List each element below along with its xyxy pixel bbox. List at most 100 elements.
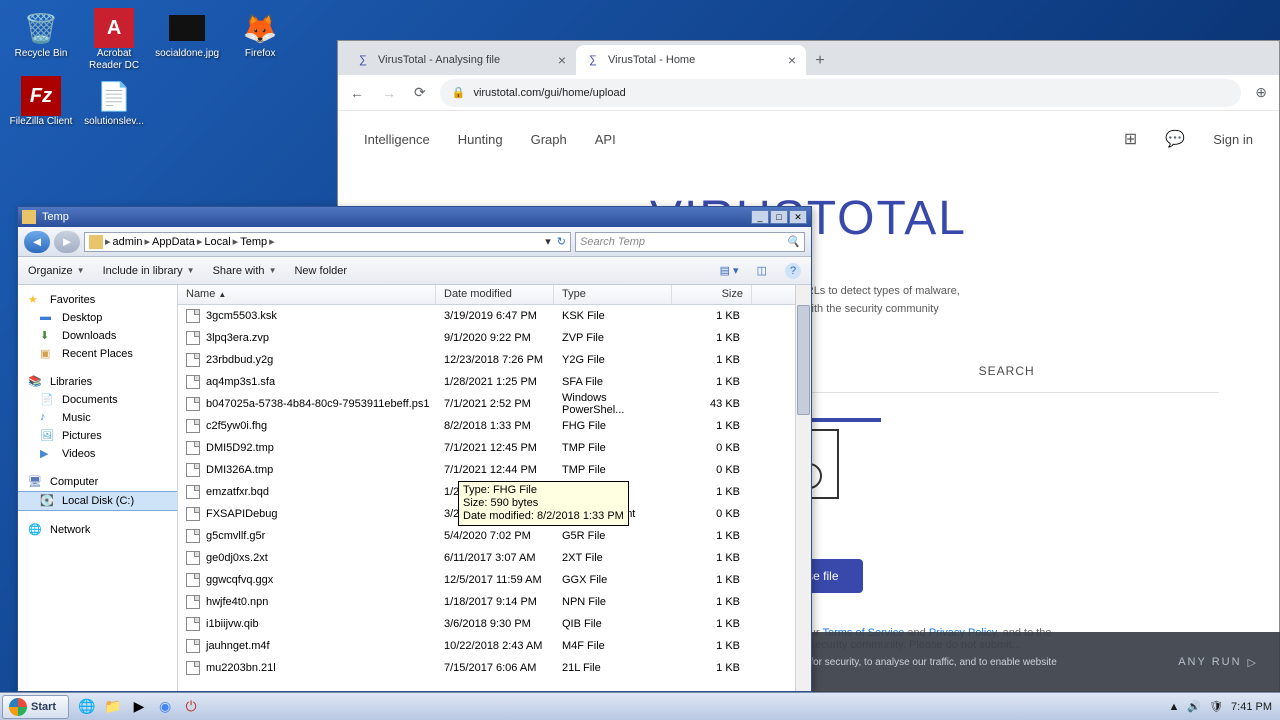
- address-bar[interactable]: 🔒 virustotal.com/gui/home/upload: [440, 79, 1242, 107]
- share-menu[interactable]: Share with▼: [213, 265, 277, 277]
- sidebar-downloads[interactable]: ⬇Downloads: [18, 327, 177, 345]
- preview-pane-icon[interactable]: ◫: [757, 264, 767, 277]
- sidebar-music[interactable]: ♪Music: [18, 409, 177, 427]
- file-row[interactable]: b047025a-5738-4b84-80c9-7953911ebeff.ps1…: [178, 393, 811, 415]
- file-name: DMI326A.tmp: [206, 464, 273, 476]
- taskbar-chrome[interactable]: ◉: [153, 696, 177, 718]
- desktop-icon-jpg[interactable]: socialdone.jpg: [152, 8, 222, 60]
- file-row[interactable]: 3gcm5503.ksk3/19/2019 6:47 PMKSK File1 K…: [178, 305, 811, 327]
- clock[interactable]: 7:41 PM: [1231, 701, 1272, 713]
- file-row[interactable]: DMI326A.tmp7/1/2021 12:44 PMTMP File0 KB: [178, 459, 811, 481]
- search-icon[interactable]: 🔍: [786, 235, 800, 248]
- breadcrumb-bar[interactable]: ▸admin ▸AppData ▸Local ▸Temp ▸ ▾ ↻: [84, 232, 571, 252]
- view-icon[interactable]: ▤ ▾: [720, 264, 739, 277]
- file-row[interactable]: ge0dj0xs.2xt6/11/2017 3:07 AM2XT File1 K…: [178, 547, 811, 569]
- signin-link[interactable]: Sign in: [1213, 132, 1253, 147]
- sidebar-desktop[interactable]: ▬Desktop: [18, 309, 177, 327]
- taskbar-ie[interactable]: 🌐: [75, 696, 99, 718]
- desktop-icon-acrobat[interactable]: AAcrobat Reader DC: [79, 8, 149, 72]
- maximize-button[interactable]: □: [770, 210, 788, 224]
- sidebar-videos[interactable]: ▶Videos: [18, 445, 177, 463]
- forward-button[interactable]: →: [378, 81, 400, 105]
- file-icon: [186, 419, 200, 433]
- nav-graph[interactable]: Graph: [531, 132, 567, 147]
- breadcrumb-item[interactable]: AppData: [152, 236, 195, 248]
- new-tab-button[interactable]: +: [806, 47, 834, 75]
- desktop-icon-doc[interactable]: 📄solutionslev...: [79, 76, 149, 128]
- back-button[interactable]: ◄: [24, 231, 50, 253]
- tab-home[interactable]: ∑ VirusTotal - Home ×: [576, 45, 806, 75]
- chat-icon[interactable]: 💬: [1165, 129, 1185, 149]
- col-name[interactable]: Name ▲: [178, 285, 436, 304]
- tray-volume-icon[interactable]: 🔊: [1187, 700, 1201, 713]
- file-size: 1 KB: [672, 530, 752, 542]
- scrollbar[interactable]: [795, 285, 811, 691]
- file-row[interactable]: jauhnget.m4f10/22/2018 2:43 AMM4F File1 …: [178, 635, 811, 657]
- desktop-icon-recyclebin[interactable]: 🗑️Recycle Bin: [6, 8, 76, 60]
- back-button[interactable]: ←: [346, 81, 368, 105]
- scroll-thumb[interactable]: [797, 305, 810, 415]
- word-doc-icon: 📄: [94, 76, 134, 116]
- sidebar-libraries[interactable]: 📚Libraries: [18, 373, 177, 391]
- new-folder-button[interactable]: New folder: [294, 265, 347, 277]
- file-row[interactable]: 3lpq3era.zvp9/1/2020 9:22 PMZVP File1 KB: [178, 327, 811, 349]
- forward-button[interactable]: ►: [54, 231, 80, 253]
- file-row[interactable]: c2f5yw0i.fhg8/2/2018 1:33 PMFHG File1 KB: [178, 415, 811, 437]
- col-type[interactable]: Type: [554, 285, 672, 304]
- tab-analysing[interactable]: ∑ VirusTotal - Analysing file ×: [346, 45, 576, 75]
- chevron-down-icon[interactable]: ▾: [545, 235, 551, 248]
- taskbar-explorer[interactable]: 📁: [101, 696, 125, 718]
- close-icon[interactable]: ×: [788, 52, 796, 68]
- sidebar-network[interactable]: 🌐Network: [18, 521, 177, 539]
- taskbar-media[interactable]: ▶: [127, 696, 151, 718]
- file-name: hwjfe4t0.npn: [206, 596, 268, 608]
- sidebar-localdisk[interactable]: 💽Local Disk (C:): [18, 491, 177, 511]
- tab-search[interactable]: SEARCH: [979, 364, 1035, 378]
- breadcrumb-item[interactable]: admin: [113, 236, 143, 248]
- file-row[interactable]: i1biijvw.qib3/6/2018 9:30 PMQIB File1 KB: [178, 613, 811, 635]
- close-button[interactable]: ✕: [789, 210, 807, 224]
- file-row[interactable]: DMI5D92.tmp7/1/2021 12:45 PMTMP File0 KB: [178, 437, 811, 459]
- apps-icon[interactable]: ⊞: [1124, 129, 1137, 149]
- file-date: 7/1/2021 12:45 PM: [436, 442, 554, 454]
- file-type: KSK File: [554, 310, 672, 322]
- command-bar: Organize▼ Include in library▼ Share with…: [18, 257, 811, 285]
- file-name: DMI5D92.tmp: [206, 442, 274, 454]
- desktop-icon-firefox[interactable]: 🦊Firefox: [225, 8, 295, 60]
- desktop-icon-filezilla[interactable]: FzFileZilla Client: [6, 76, 76, 128]
- col-size[interactable]: Size: [672, 285, 752, 304]
- search-box[interactable]: Search Temp 🔍: [575, 232, 805, 252]
- breadcrumb-item[interactable]: Temp: [240, 236, 267, 248]
- file-row[interactable]: g5cmvllf.g5r5/4/2020 7:02 PMG5R File1 KB: [178, 525, 811, 547]
- tray-expand-icon[interactable]: ▲: [1168, 701, 1179, 713]
- taskbar-app[interactable]: ⏻: [179, 696, 203, 718]
- reload-button[interactable]: ⟳: [410, 80, 430, 105]
- file-row[interactable]: hwjfe4t0.npn1/18/2017 9:14 PMNPN File1 K…: [178, 591, 811, 613]
- sidebar-favorites[interactable]: ★Favorites: [18, 291, 177, 309]
- file-row[interactable]: 23rbdbud.y2g12/23/2018 7:26 PMY2G File1 …: [178, 349, 811, 371]
- sidebar-documents[interactable]: 📄Documents: [18, 391, 177, 409]
- file-row[interactable]: aq4mp3s1.sfa1/28/2021 1:25 PMSFA File1 K…: [178, 371, 811, 393]
- explorer-window: Temp _ □ ✕ ◄ ► ▸admin ▸AppData ▸Local ▸T…: [17, 206, 812, 692]
- sidebar-recent[interactable]: ▣Recent Places: [18, 345, 177, 363]
- breadcrumb-item[interactable]: Local: [204, 236, 230, 248]
- sidebar-computer[interactable]: 🖥Computer: [18, 473, 177, 491]
- install-icon[interactable]: ⊕: [1251, 80, 1271, 105]
- organize-menu[interactable]: Organize▼: [28, 265, 85, 277]
- sidebar-pictures[interactable]: 🖼Pictures: [18, 427, 177, 445]
- refresh-icon[interactable]: ↻: [557, 235, 566, 248]
- file-row[interactable]: mu2203bn.21l7/15/2017 6:06 AM21L File1 K…: [178, 657, 811, 679]
- file-icon: [186, 639, 200, 653]
- nav-hunting[interactable]: Hunting: [458, 132, 503, 147]
- help-icon[interactable]: ?: [785, 263, 801, 279]
- file-row[interactable]: ggwcqfvq.ggx12/5/2017 11:59 AMGGX File1 …: [178, 569, 811, 591]
- include-library-menu[interactable]: Include in library▼: [103, 265, 195, 277]
- tray-shield-icon[interactable]: 🛡: [1209, 700, 1223, 713]
- nav-api[interactable]: API: [595, 132, 616, 147]
- start-button[interactable]: Start: [2, 695, 69, 719]
- close-icon[interactable]: ×: [558, 52, 566, 68]
- titlebar[interactable]: Temp _ □ ✕: [18, 207, 811, 227]
- minimize-button[interactable]: _: [751, 210, 769, 224]
- col-date[interactable]: Date modified: [436, 285, 554, 304]
- nav-intelligence[interactable]: Intelligence: [364, 132, 430, 147]
